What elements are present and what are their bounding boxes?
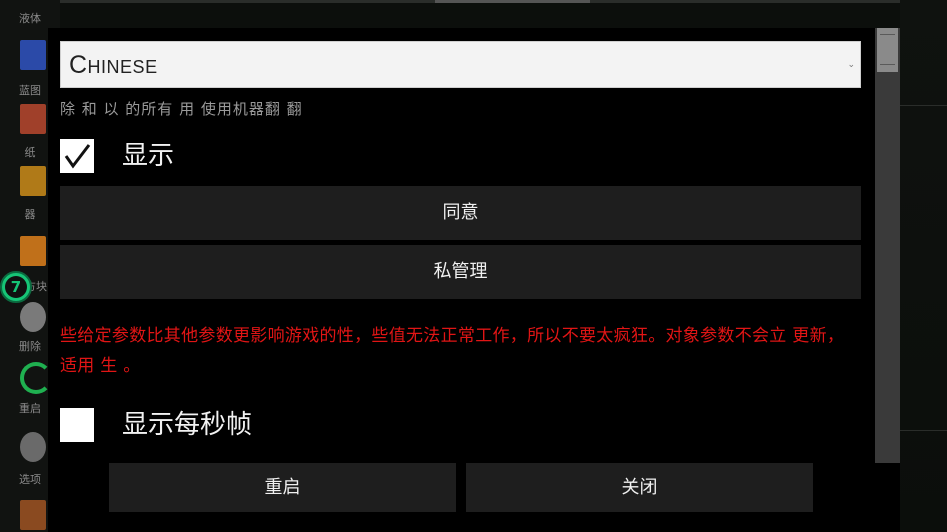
paper-icon[interactable] [20,104,46,134]
fps-checkbox[interactable] [60,408,94,442]
floating-action-button[interactable]: 7 [0,271,32,303]
scrollbar-thumb[interactable] [877,28,898,72]
blueprint-icon[interactable] [20,40,46,70]
show-checkbox[interactable] [60,139,94,173]
language-select[interactable]: Chinese ⌄ [60,41,861,88]
block-icon[interactable] [20,236,46,266]
machine-icon[interactable] [20,166,46,196]
warning-text: 些给定参数比其他参数更影响游戏的性，些值无法正常工作，所以不要太疯狂。对象参数不… [60,326,845,376]
sidebar-item-label: 液体 [19,12,41,25]
restart-button[interactable]: 重启 [109,463,456,512]
checkmark-icon [64,144,91,169]
language-select-value: Chinese [69,51,158,79]
gear-icon[interactable] [20,432,46,462]
agree-button[interactable]: 同意 [60,186,861,240]
top-tab-indicator [435,0,590,3]
translation-hint: 除 和 以 的所有 用 使用机器翻 翻 [60,100,303,118]
show-checkbox-label: 显示 [122,141,175,171]
delete-icon[interactable] [20,302,46,332]
chevron-down-icon: ⌄ [847,60,855,70]
background-right-panel [900,0,947,532]
fps-checkbox-label: 显示每秒帧 [122,410,253,440]
crate-icon[interactable] [20,500,46,530]
scrollbar[interactable] [875,28,900,463]
seven-icon: 7 [5,276,27,298]
dialog-scroll-content[interactable]: Chinese ⌄ 除 和 以 的所有 用 使用机器翻 翻 显示 同意 私管理 … [48,28,875,463]
close-button[interactable]: 关闭 [466,463,813,512]
options-dialog: Chinese ⌄ 除 和 以 的所有 用 使用机器翻 翻 显示 同意 私管理 … [48,28,900,463]
privacy-management-button[interactable]: 私管理 [60,245,861,299]
